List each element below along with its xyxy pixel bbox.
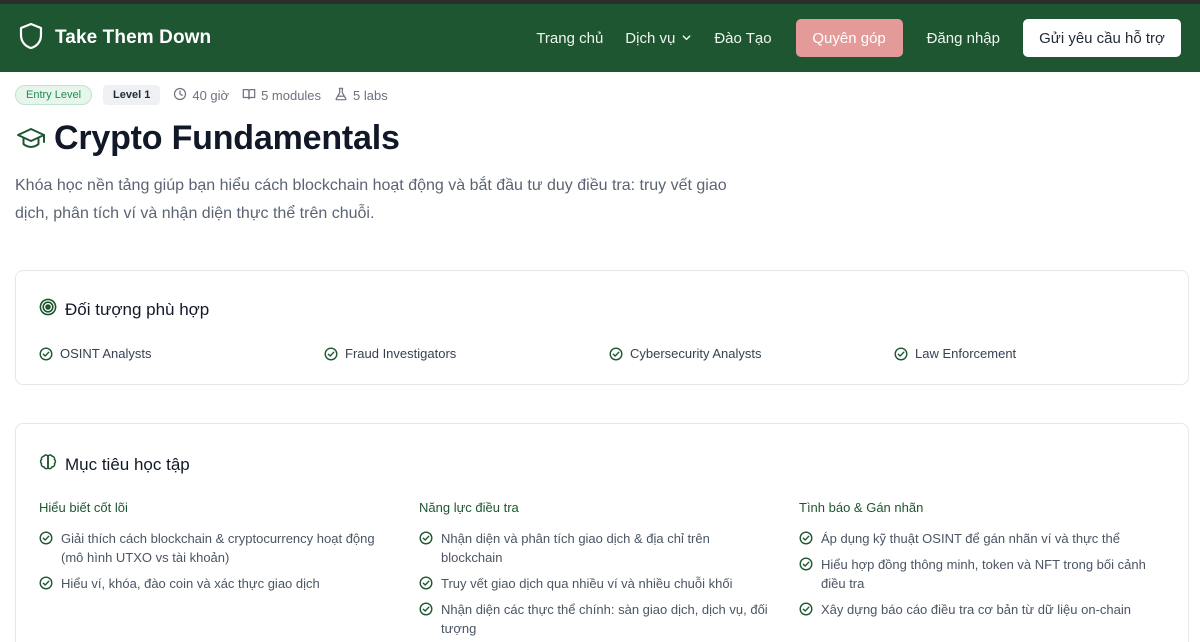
level-badge: Level 1 (103, 85, 161, 105)
target-icon (39, 298, 57, 321)
duration-meta: 40 giờ (173, 87, 229, 104)
objective-item: Áp dụng kỹ thuật OSINT để gán nhãn ví và… (799, 529, 1179, 548)
objective-text: Hiểu hợp đồng thông minh, token và NFT t… (821, 557, 1146, 591)
objective-text: Nhận diện và phân tích giao dịch & địa c… (441, 531, 710, 565)
nav-link-training[interactable]: Đào Tạo (714, 30, 771, 47)
check-circle-icon (799, 531, 813, 545)
check-circle-icon (894, 346, 908, 361)
flask-icon (334, 87, 348, 104)
objective-item: Xây dựng báo cáo điều tra cơ bản từ dữ l… (799, 600, 1179, 619)
audience-item: Fraud Investigators (324, 346, 609, 361)
brand-logo[interactable]: Take Them Down (19, 22, 211, 55)
nav-link-home[interactable]: Trang chủ (536, 30, 603, 47)
objective-item: Nhận diện và phân tích giao dịch & địa c… (419, 529, 799, 567)
clock-icon (173, 87, 187, 104)
audience-item: Cybersecurity Analysts (609, 346, 894, 361)
objective-column: Tình báo & Gán nhãn Áp dụng kỹ thuật OSI… (799, 500, 1179, 642)
objective-column-heading: Tình báo & Gán nhãn (799, 500, 924, 515)
check-circle-icon (39, 531, 53, 545)
graduation-cap-icon (16, 118, 46, 159)
objective-column: Hiểu biết cốt lõi Giải thích cách blockc… (39, 500, 419, 642)
check-circle-icon (419, 602, 433, 616)
target-audience-title: Đối tượng phù hợp (65, 299, 210, 319)
modules-meta: 5 modules (242, 87, 321, 104)
audience-item: OSINT Analysts (39, 346, 324, 361)
check-circle-icon (324, 346, 338, 361)
objective-list: Nhận diện và phân tích giao dịch & địa c… (419, 529, 799, 638)
check-circle-icon (419, 531, 433, 545)
nav-link-services[interactable]: Dịch vụ (625, 30, 692, 47)
audience-label: OSINT Analysts (60, 346, 152, 361)
modules-text: 5 modules (261, 87, 322, 103)
objective-item: Hiểu hợp đồng thông minh, token và NFT t… (799, 555, 1179, 593)
objective-list: Giải thích cách blockchain & cryptocurre… (39, 529, 419, 593)
duration-text: 40 giờ (192, 87, 230, 103)
audience-label: Fraud Investigators (345, 346, 457, 361)
objective-item: Hiểu ví, khóa, đào coin và xác thực giao… (39, 574, 419, 593)
check-circle-icon (799, 557, 813, 571)
chevron-down-icon (681, 30, 692, 47)
page-title: Crypto Fundamentals (54, 119, 400, 157)
page-title-row: Crypto Fundamentals (16, 118, 400, 159)
objective-text: Áp dụng kỹ thuật OSINT để gán nhãn ví và… (821, 531, 1120, 546)
objective-text: Hiểu ví, khóa, đào coin và xác thực giao… (61, 576, 320, 591)
objective-column: Năng lực điều tra Nhận diện và phân tích… (419, 500, 799, 642)
objectives-columns: Hiểu biết cốt lõi Giải thích cách blockc… (39, 500, 1179, 642)
objective-column-heading: Hiểu biết cốt lõi (39, 500, 128, 515)
audience-label: Law Enforcement (915, 346, 1017, 361)
check-circle-icon (419, 576, 433, 590)
donate-button[interactable]: Quyên góp (795, 19, 903, 57)
objective-column-heading: Năng lực điều tra (419, 500, 519, 515)
course-meta: Entry Level Level 1 40 giờ 5 modules 5 l… (15, 84, 388, 106)
objective-text: Nhận diện các thực thể chính: sàn giao d… (441, 602, 768, 636)
login-link[interactable]: Đăng nhập (927, 30, 1000, 47)
course-description: Khóa học nền tảng giúp bạn hiểu cách blo… (15, 177, 727, 222)
check-circle-icon (609, 346, 623, 361)
support-request-button[interactable]: Gửi yêu cầu hỗ trợ (1023, 19, 1181, 57)
top-navbar: Take Them Down Trang chủ Dịch vụ Đào Tạo… (0, 4, 1200, 72)
learning-objectives-heading: Mục tiêu học tập (39, 453, 190, 476)
brain-icon (39, 453, 57, 476)
book-icon (242, 87, 256, 104)
main-nav: Trang chủ Dịch vụ Đào Tạo Quyên góp Đăng… (536, 19, 1181, 57)
audience-item: Law Enforcement (894, 346, 1179, 361)
check-circle-icon (39, 346, 53, 361)
target-audience-heading: Đối tượng phù hợp (39, 298, 209, 321)
check-circle-icon (799, 602, 813, 616)
objective-text: Xây dựng báo cáo điều tra cơ bản từ dữ l… (821, 602, 1131, 617)
labs-text: 5 labs (353, 87, 388, 103)
shield-icon (19, 22, 43, 55)
entry-level-badge: Entry Level (15, 85, 93, 105)
objective-text: Giải thích cách blockchain & cryptocurre… (61, 531, 375, 565)
check-circle-icon (39, 576, 53, 590)
nav-link-services-label: Dịch vụ (625, 29, 676, 47)
brand-name: Take Them Down (55, 27, 212, 48)
labs-meta: 5 labs (334, 87, 388, 104)
audience-list: OSINT Analysts Fraud Investigators Cyber… (39, 346, 1179, 361)
objective-list: Áp dụng kỹ thuật OSINT để gán nhãn ví và… (799, 529, 1179, 619)
objective-text: Truy vết giao dịch qua nhiều ví và nhiều… (441, 576, 733, 591)
learning-objectives-title: Mục tiêu học tập (65, 454, 190, 474)
learning-objectives-card: Mục tiêu học tập Hiểu biết cốt lõi Giải … (15, 423, 1189, 642)
objective-item: Nhận diện các thực thể chính: sàn giao d… (419, 600, 799, 638)
objective-item: Giải thích cách blockchain & cryptocurre… (39, 529, 419, 567)
objective-item: Truy vết giao dịch qua nhiều ví và nhiều… (419, 574, 799, 593)
target-audience-card: Đối tượng phù hợp OSINT Analysts Fraud I… (15, 270, 1189, 385)
audience-label: Cybersecurity Analysts (630, 346, 762, 361)
